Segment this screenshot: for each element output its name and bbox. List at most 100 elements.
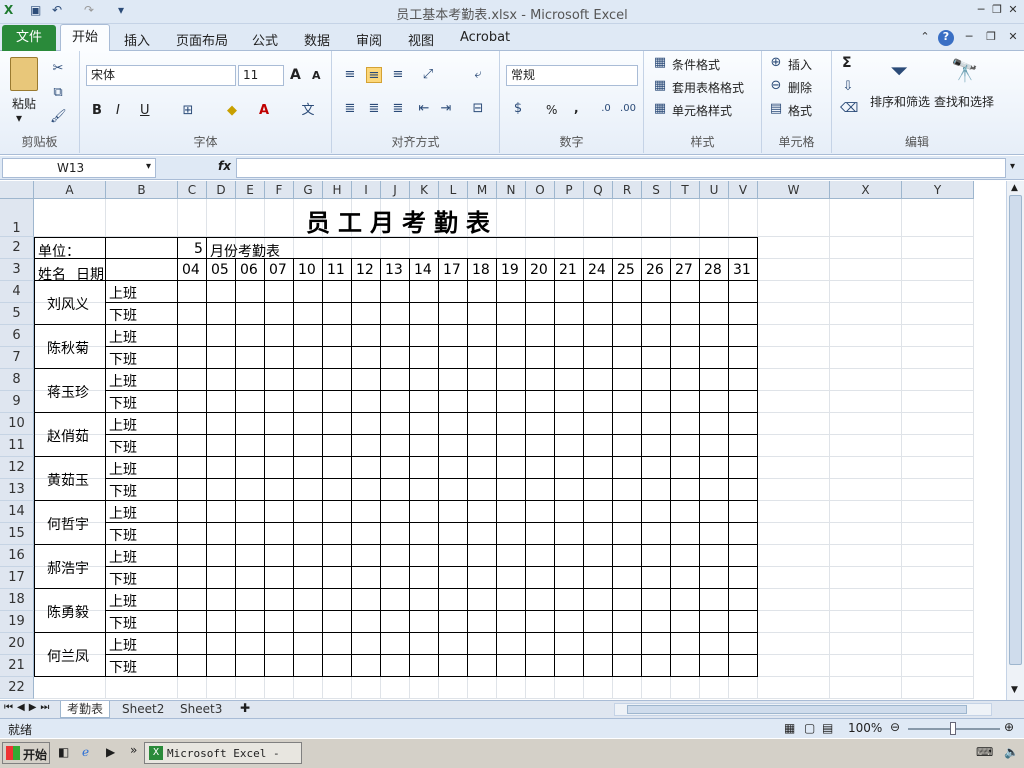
name-box-dropdown-icon[interactable]: ▾ <box>146 161 151 172</box>
normal-view-icon[interactable]: ▦ <box>784 721 795 735</box>
format-painter-icon[interactable]: 🖌 <box>50 109 67 125</box>
column-header-H[interactable]: H <box>323 181 352 199</box>
copy-icon[interactable]: ⧉ <box>50 85 66 101</box>
cut-icon[interactable]: ✂ <box>50 61 66 77</box>
column-header-G[interactable]: G <box>294 181 323 199</box>
column-header-M[interactable]: M <box>468 181 497 199</box>
tray-keyboard-icon[interactable]: ⌨ <box>976 745 993 759</box>
row-header-9[interactable]: 9 <box>0 391 34 413</box>
font-color-icon[interactable]: A <box>256 103 272 119</box>
align-right-icon[interactable]: ≣ <box>390 101 406 117</box>
column-header-F[interactable]: F <box>265 181 294 199</box>
tab-view[interactable]: 视图 <box>408 30 434 49</box>
sheet-tab-sheet3[interactable]: Sheet3 <box>174 701 228 718</box>
quicklaunch-desktop-icon[interactable]: ◧ <box>58 745 69 759</box>
format-as-table-button[interactable]: 套用表格格式 <box>672 79 744 96</box>
percent-button[interactable]: % <box>546 103 557 117</box>
row-header-13[interactable]: 13 <box>0 479 34 501</box>
number-format-select[interactable]: 常规 <box>506 65 638 86</box>
quicklaunch-media-icon[interactable]: ▶ <box>106 745 115 759</box>
merge-center-icon[interactable]: ⊟ <box>470 101 486 117</box>
row-header-10[interactable]: 10 <box>0 413 34 435</box>
tray-volume-icon[interactable]: 🔈 <box>1004 745 1019 759</box>
column-header-X[interactable]: X <box>830 181 902 199</box>
sheet-tab-attendance[interactable]: 考勤表 <box>60 701 111 718</box>
decrease-decimal-icon[interactable]: .00 <box>620 101 636 117</box>
row-header-2[interactable]: 2 <box>0 237 34 259</box>
align-bottom-icon[interactable]: ≡ <box>390 67 406 83</box>
insert-function-button[interactable]: fx <box>218 159 231 173</box>
row-header-12[interactable]: 12 <box>0 457 34 479</box>
row-header-1[interactable]: 1 <box>0 199 34 237</box>
font-family-select[interactable]: 宋体 <box>86 65 236 86</box>
new-sheet-icon[interactable]: ✚ <box>240 701 250 715</box>
tab-page-layout[interactable]: 页面布局 <box>176 30 228 49</box>
taskbar-excel-button[interactable]: X Microsoft Excel - ... <box>144 742 302 768</box>
format-cells-button[interactable]: 格式 <box>788 102 812 119</box>
row-header-14[interactable]: 14 <box>0 501 34 523</box>
zoom-level[interactable]: 100% <box>848 721 882 735</box>
close-icon[interactable]: ✕ <box>1006 3 1020 17</box>
column-header-B[interactable]: B <box>106 181 178 199</box>
tab-home[interactable]: 开始 <box>60 24 110 52</box>
row-header-21[interactable]: 21 <box>0 655 34 677</box>
autosum-button[interactable]: Σ <box>842 55 852 71</box>
currency-icon[interactable]: $ <box>510 101 526 117</box>
quicklaunch-ie-icon[interactable]: ℯ <box>82 745 89 759</box>
column-header-P[interactable]: P <box>555 181 584 199</box>
column-header-L[interactable]: L <box>439 181 468 199</box>
find-select-button[interactable]: 查找和选择 <box>934 93 994 110</box>
row-header-17[interactable]: 17 <box>0 567 34 589</box>
align-left-icon[interactable]: ≣ <box>342 101 358 117</box>
column-header-T[interactable]: T <box>671 181 700 199</box>
clear-icon[interactable]: ⌫ <box>840 101 858 117</box>
bold-button[interactable]: B <box>92 103 102 118</box>
select-all-corner[interactable] <box>0 181 34 199</box>
phonetic-icon[interactable]: 文 <box>300 103 316 119</box>
sheet-tab-sheet2[interactable]: Sheet2 <box>116 701 170 718</box>
row-header-19[interactable]: 19 <box>0 611 34 633</box>
row-header-4[interactable]: 4 <box>0 281 34 303</box>
column-header-S[interactable]: S <box>642 181 671 199</box>
page-layout-view-icon[interactable]: ▢ <box>804 721 815 735</box>
sort-filter-button[interactable]: 排序和筛选 <box>870 93 930 110</box>
formula-input[interactable] <box>236 158 1006 178</box>
vertical-scrollbar[interactable]: ▲ ▼ <box>1006 181 1024 700</box>
row-header-8[interactable]: 8 <box>0 369 34 391</box>
column-header-Q[interactable]: Q <box>584 181 613 199</box>
cell-styles-button[interactable]: 单元格样式 <box>672 102 732 119</box>
row-header-15[interactable]: 15 <box>0 523 34 545</box>
italic-button[interactable]: I <box>116 103 120 118</box>
row-header-5[interactable]: 5 <box>0 303 34 325</box>
underline-button[interactable]: U <box>140 103 150 118</box>
page-break-view-icon[interactable]: ▤ <box>822 721 833 735</box>
worksheet-grid[interactable]: ABCDEFGHIJKLMNOPQRSTUVWXY 1 2 3 4 5 6 7 8 9 10 11 1… <box>0 181 1006 700</box>
decrease-indent-icon[interactable]: ⇤ <box>416 101 432 117</box>
expand-formula-icon[interactable]: ▾ <box>1010 161 1015 172</box>
conditional-format-button[interactable]: 条件格式 <box>672 56 720 73</box>
font-size-select[interactable]: 11 <box>238 65 284 86</box>
delete-cells-button[interactable]: 删除 <box>788 79 812 96</box>
start-button[interactable]: 开始 <box>2 742 50 764</box>
column-header-N[interactable]: N <box>497 181 526 199</box>
row-header-22[interactable]: 22 <box>0 677 34 699</box>
scroll-up-icon[interactable]: ▲ <box>1011 183 1018 193</box>
column-header-Y[interactable]: Y <box>902 181 974 199</box>
sheet-nav-icon[interactable]: ⏮◀▶⏭ <box>4 702 53 713</box>
increase-indent-icon[interactable]: ⇥ <box>438 101 454 117</box>
find-select-icon[interactable]: 🔭 <box>950 57 980 87</box>
wb-minimize-icon[interactable]: ─ <box>962 30 976 44</box>
column-header-O[interactable]: O <box>526 181 555 199</box>
tab-file[interactable]: 文件 <box>2 25 56 51</box>
help-icon[interactable]: ? <box>938 30 954 46</box>
tab-review[interactable]: 审阅 <box>356 30 382 49</box>
align-center-icon[interactable]: ≣ <box>366 101 382 117</box>
paste-dropdown-icon[interactable]: ▾ <box>16 111 22 125</box>
column-header-A[interactable]: A <box>34 181 106 199</box>
collapse-ribbon-icon[interactable]: ⌃ <box>918 30 932 44</box>
zoom-slider-thumb[interactable] <box>950 722 956 735</box>
wb-close-icon[interactable]: ✕ <box>1006 30 1020 44</box>
restore-icon[interactable]: ❐ <box>990 3 1004 17</box>
insert-cells-button[interactable]: 插入 <box>788 56 812 73</box>
column-header-E[interactable]: E <box>236 181 265 199</box>
